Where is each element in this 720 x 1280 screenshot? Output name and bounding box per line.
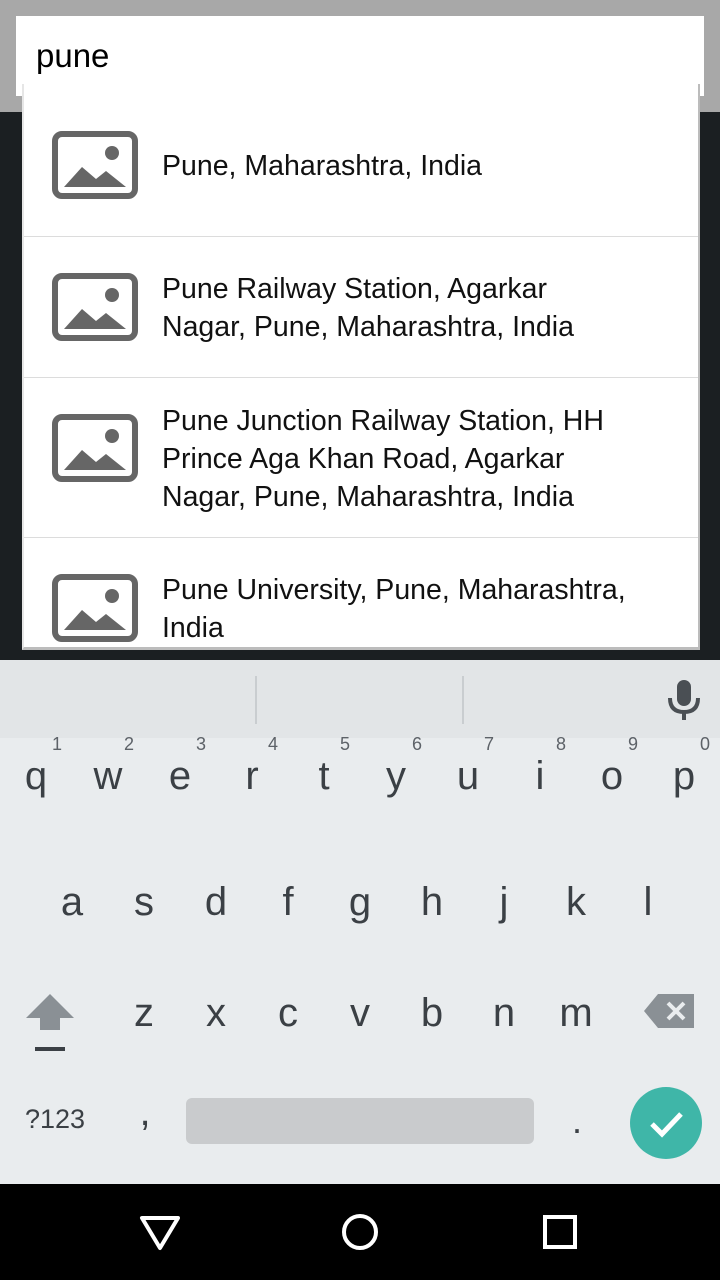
image-placeholder-icon [52,131,138,199]
suggestion-item[interactable]: Pune, Maharashtra, India [24,84,698,237]
search-input[interactable] [36,36,676,76]
key-o[interactable]: o9 [590,734,638,796]
suggestion-item[interactable]: Pune University, Pune, Maharashtra, Indi… [24,538,698,647]
key-q[interactable]: q1 [14,734,62,796]
key-d[interactable]: d [194,882,238,922]
strip-divider [462,676,464,724]
key-c[interactable]: c [266,993,310,1033]
suggestion-item[interactable]: Pune Junction Railway Station, HH Prince… [24,378,698,538]
strip-divider [255,676,257,724]
back-icon[interactable] [136,1208,184,1256]
key-p[interactable]: p0 [662,734,710,796]
suggestion-text: Pune Junction Railway Station, HH Prince… [162,405,604,513]
recents-icon[interactable] [536,1208,584,1256]
suggestion-dropdown: Pune, Maharashtra, India Pune Railway St… [22,84,700,650]
comma-key[interactable]: , [128,1090,162,1135]
key-k[interactable]: k [554,882,598,922]
key-m[interactable]: m [554,993,598,1033]
checkmark-icon [650,1112,683,1138]
suggestion-text: Pune Railway Station, Agarkar Nagar, Pun… [162,273,574,343]
key-g[interactable]: g [338,882,382,922]
microphone-icon[interactable] [660,676,708,724]
key-a[interactable]: a [50,882,94,922]
key-e[interactable]: e3 [158,734,206,796]
navigation-bar [0,1184,720,1280]
key-w[interactable]: w2 [86,734,134,796]
symbols-key[interactable]: ?123 [18,1104,92,1135]
suggestion-text: Pune, Maharashtra, India [162,150,483,182]
space-key[interactable] [186,1098,534,1144]
key-l[interactable]: l [626,882,670,922]
backspace-icon[interactable] [644,994,694,1028]
key-u[interactable]: u7 [446,734,494,796]
key-r[interactable]: r4 [230,734,278,796]
key-v[interactable]: v [338,993,382,1033]
suggestion-item[interactable]: Pune Railway Station, Agarkar Nagar, Pun… [24,237,698,378]
done-button[interactable] [630,1087,702,1159]
key-h[interactable]: h [410,882,454,922]
key-f[interactable]: f [266,882,310,922]
shift-icon[interactable] [24,990,76,1052]
image-placeholder-icon [52,574,138,642]
key-x[interactable]: x [194,993,238,1033]
period-key[interactable]: . [560,1100,594,1142]
key-b[interactable]: b [410,993,454,1033]
home-icon[interactable] [336,1208,384,1256]
image-placeholder-icon [52,414,138,482]
key-j[interactable]: j [482,882,526,922]
key-s[interactable]: s [122,882,166,922]
key-y[interactable]: y6 [374,734,422,796]
soft-keyboard: q1 w2 e3 r4 t5 y6 u7 i8 o9 p0 a s d f g … [0,660,720,1184]
image-placeholder-icon [52,273,138,341]
key-z[interactable]: z [122,993,166,1033]
key-i[interactable]: i8 [518,734,566,796]
suggestion-text: Pune University, Pune, Maharashtra, Indi… [162,574,626,644]
keyboard-suggestion-strip [0,660,720,738]
key-t[interactable]: t5 [302,734,350,796]
key-n[interactable]: n [482,993,526,1033]
